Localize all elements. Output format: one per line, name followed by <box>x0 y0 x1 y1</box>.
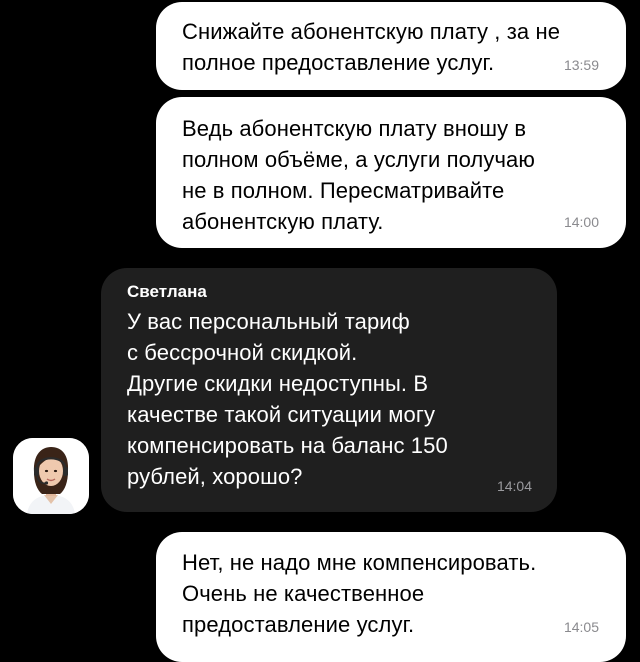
message-text: Ведь абонентскую плату вношу в полном об… <box>182 116 535 234</box>
message-text: Нет, не надо мне компенсировать. Очень н… <box>182 550 537 637</box>
message-text: Снижайте абонентскую плату , за не полно… <box>182 19 561 75</box>
message-time: 14:05 <box>563 619 599 635</box>
message-time: 13:59 <box>563 57 599 73</box>
message-time: 14:04 <box>496 478 532 494</box>
message-text: У вас персональный тариф с бессрочной ск… <box>127 309 448 489</box>
outgoing-message[interactable]: Ведь абонентскую плату вношу в полном об… <box>156 97 626 248</box>
incoming-message[interactable]: Светлана У вас персональный тариф с бесс… <box>101 268 557 512</box>
outgoing-message[interactable]: Снижайте абонентскую плату , за не полно… <box>156 2 626 90</box>
support-agent-avatar-icon[interactable] <box>13 438 89 514</box>
message-time: 14:00 <box>563 214 599 230</box>
sender-name: Светлана <box>127 282 207 301</box>
outgoing-message[interactable]: Нет, не надо мне компенсировать. Очень н… <box>156 532 626 662</box>
